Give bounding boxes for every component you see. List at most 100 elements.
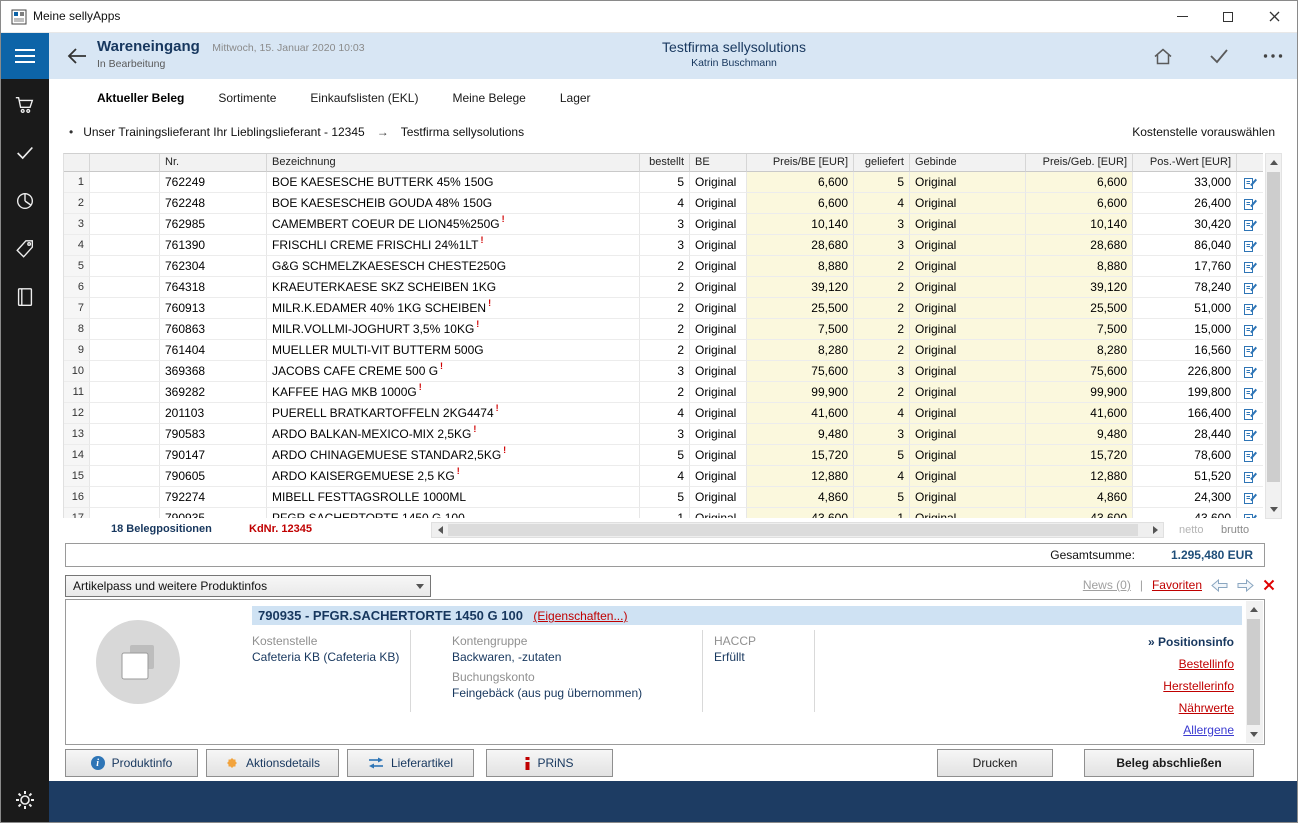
header-preis-geb[interactable]: Preis/Geb. [EUR]	[1026, 154, 1133, 172]
netto-toggle[interactable]: netto	[1179, 524, 1203, 536]
edit-position-icon[interactable]	[1237, 382, 1263, 403]
allergene-link[interactable]: Allergene	[1148, 719, 1234, 741]
table-row[interactable]: 13790583ARDO BALKAN-MEXICO-MIX 2,5KG!3Or…	[64, 424, 1263, 445]
home-button[interactable]	[1149, 45, 1177, 67]
cell-preis-geb[interactable]: 8,280	[1026, 340, 1133, 361]
cell-gebinde[interactable]: Original	[910, 382, 1026, 403]
cell-preis-geb[interactable]: 39,120	[1026, 277, 1133, 298]
header-be[interactable]: BE	[690, 154, 747, 172]
header-bestellt[interactable]: bestellt	[640, 154, 690, 172]
cell-preis-geb[interactable]: 41,600	[1026, 403, 1133, 424]
cell-preis-geb[interactable]: 43,600	[1026, 508, 1133, 518]
cell-geliefert[interactable]: 5	[854, 172, 910, 193]
table-row[interactable]: 5762304G&G SCHMELZKAESESCH CHESTE250G2Or…	[64, 256, 1263, 277]
cell-preis-be[interactable]: 6,600	[747, 172, 854, 193]
aktionsdetails-button[interactable]: Aktionsdetails	[206, 749, 339, 777]
kostenstelle-vorauswaehlen-link[interactable]: Kostenstelle vorauswählen	[1132, 125, 1275, 139]
header-nr[interactable]: Nr.	[160, 154, 267, 172]
cell-preis-be[interactable]: 9,480	[747, 424, 854, 445]
table-row[interactable]: 10369368JACOBS CAFE CREME 500 G!3Origina…	[64, 361, 1263, 382]
detail-scrollbar[interactable]	[1246, 601, 1263, 743]
edit-position-icon[interactable]	[1237, 256, 1263, 277]
header-preis-be[interactable]: Preis/BE [EUR]	[747, 154, 854, 172]
cell-geliefert[interactable]: 3	[854, 424, 910, 445]
cell-preis-geb[interactable]: 28,680	[1026, 235, 1133, 256]
edit-position-icon[interactable]	[1237, 466, 1263, 487]
edit-position-icon[interactable]	[1237, 214, 1263, 235]
brutto-toggle[interactable]: brutto	[1221, 524, 1249, 536]
cell-gebinde[interactable]: Original	[910, 466, 1026, 487]
cell-preis-geb[interactable]: 6,600	[1026, 172, 1133, 193]
cell-bestellt[interactable]: 2	[640, 340, 690, 361]
cell-geliefert[interactable]: 2	[854, 256, 910, 277]
sidebar-item-cart[interactable]	[1, 81, 49, 129]
supplier-name[interactable]: Unser Trainingslieferant Ihr Lieblingsli…	[83, 125, 365, 139]
tab-aktueller-beleg[interactable]: Aktueller Beleg	[97, 91, 184, 105]
prev-arrow-icon[interactable]	[1211, 579, 1228, 592]
cell-geliefert[interactable]: 3	[854, 361, 910, 382]
cell-preis-geb[interactable]: 8,880	[1026, 256, 1133, 277]
hamburger-menu-button[interactable]	[1, 33, 49, 79]
confirm-button[interactable]	[1205, 45, 1233, 67]
tab-einkaufslisten[interactable]: Einkaufslisten (EKL)	[310, 91, 418, 105]
cell-geliefert[interactable]: 2	[854, 277, 910, 298]
minimize-button[interactable]	[1159, 1, 1205, 32]
cell-preis-be[interactable]: 8,280	[747, 340, 854, 361]
edit-position-icon[interactable]	[1237, 193, 1263, 214]
table-hscrollbar[interactable]	[431, 522, 1164, 538]
naehrwerte-link[interactable]: Nährwerte	[1148, 697, 1234, 719]
cell-geliefert[interactable]: 2	[854, 319, 910, 340]
table-row[interactable]: 6764318KRAEUTERKAESE SKZ SCHEIBEN 1KG2Or…	[64, 277, 1263, 298]
sidebar-item-prices[interactable]	[1, 225, 49, 273]
scroll-down-icon[interactable]	[1266, 501, 1281, 518]
cell-bestellt[interactable]: 3	[640, 424, 690, 445]
cell-gebinde[interactable]: Original	[910, 403, 1026, 424]
edit-position-icon[interactable]	[1237, 508, 1263, 518]
cell-preis-be[interactable]: 28,680	[747, 235, 854, 256]
cell-gebinde[interactable]: Original	[910, 214, 1026, 235]
edit-position-icon[interactable]	[1237, 235, 1263, 256]
edit-position-icon[interactable]	[1237, 403, 1263, 424]
tab-sortimente[interactable]: Sortimente	[218, 91, 276, 105]
eigenschaften-link[interactable]: (Eigenschaften...)	[533, 609, 627, 623]
cell-bestellt[interactable]: 5	[640, 445, 690, 466]
scroll-left-icon[interactable]	[432, 523, 448, 537]
cell-preis-be[interactable]: 39,120	[747, 277, 854, 298]
cell-preis-be[interactable]: 41,600	[747, 403, 854, 424]
more-options-button[interactable]	[1259, 45, 1287, 67]
table-row[interactable]: 7760913MILR.K.EDAMER 40% 1KG SCHEIBEN!2O…	[64, 298, 1263, 319]
table-row[interactable]: 4761390FRISCHLI CREME FRISCHLI 24%1LT!3O…	[64, 235, 1263, 256]
cell-bestellt[interactable]: 3	[640, 361, 690, 382]
cell-preis-be[interactable]: 4,860	[747, 487, 854, 508]
sidebar-item-catalog[interactable]	[1, 273, 49, 321]
edit-position-icon[interactable]	[1237, 298, 1263, 319]
table-row[interactable]: 14790147ARDO CHINAGEMUESE STANDAR2,5KG!5…	[64, 445, 1263, 466]
cell-geliefert[interactable]: 2	[854, 298, 910, 319]
scroll-up-icon[interactable]	[1266, 154, 1281, 171]
cell-preis-geb[interactable]: 10,140	[1026, 214, 1133, 235]
scrollbar-thumb[interactable]	[1267, 172, 1280, 482]
table-row[interactable]: 11369282KAFFEE HAG MKB 1000G!2Original99…	[64, 382, 1263, 403]
table-row[interactable]: 16792274MIBELL FESTTAGSROLLE 1000ML5Orig…	[64, 487, 1263, 508]
beleg-abschliessen-button[interactable]: Beleg abschließen	[1084, 749, 1254, 777]
cell-geliefert[interactable]: 2	[854, 382, 910, 403]
cell-bestellt[interactable]: 5	[640, 487, 690, 508]
cell-preis-geb[interactable]: 12,880	[1026, 466, 1133, 487]
cell-geliefert[interactable]: 4	[854, 466, 910, 487]
cell-gebinde[interactable]: Original	[910, 445, 1026, 466]
cell-preis-geb[interactable]: 99,900	[1026, 382, 1133, 403]
cell-bestellt[interactable]: 5	[640, 172, 690, 193]
cell-geliefert[interactable]: 3	[854, 214, 910, 235]
sidebar-item-tasks[interactable]	[1, 129, 49, 177]
cell-preis-geb[interactable]: 6,600	[1026, 193, 1133, 214]
cell-bestellt[interactable]: 4	[640, 403, 690, 424]
cell-bestellt[interactable]: 2	[640, 277, 690, 298]
prins-button[interactable]: PRiNS	[486, 749, 613, 777]
cell-preis-geb[interactable]: 4,860	[1026, 487, 1133, 508]
close-button[interactable]	[1251, 1, 1297, 32]
table-row[interactable]: 2762248BOE KAESESCHEIB GOUDA 48% 150G4Or…	[64, 193, 1263, 214]
edit-position-icon[interactable]	[1237, 424, 1263, 445]
cell-geliefert[interactable]: 4	[854, 403, 910, 424]
table-row[interactable]: 17790935PFGR.SACHERTORTE 1450 G 1001Orig…	[64, 508, 1263, 518]
header-gebinde[interactable]: Gebinde	[910, 154, 1026, 172]
